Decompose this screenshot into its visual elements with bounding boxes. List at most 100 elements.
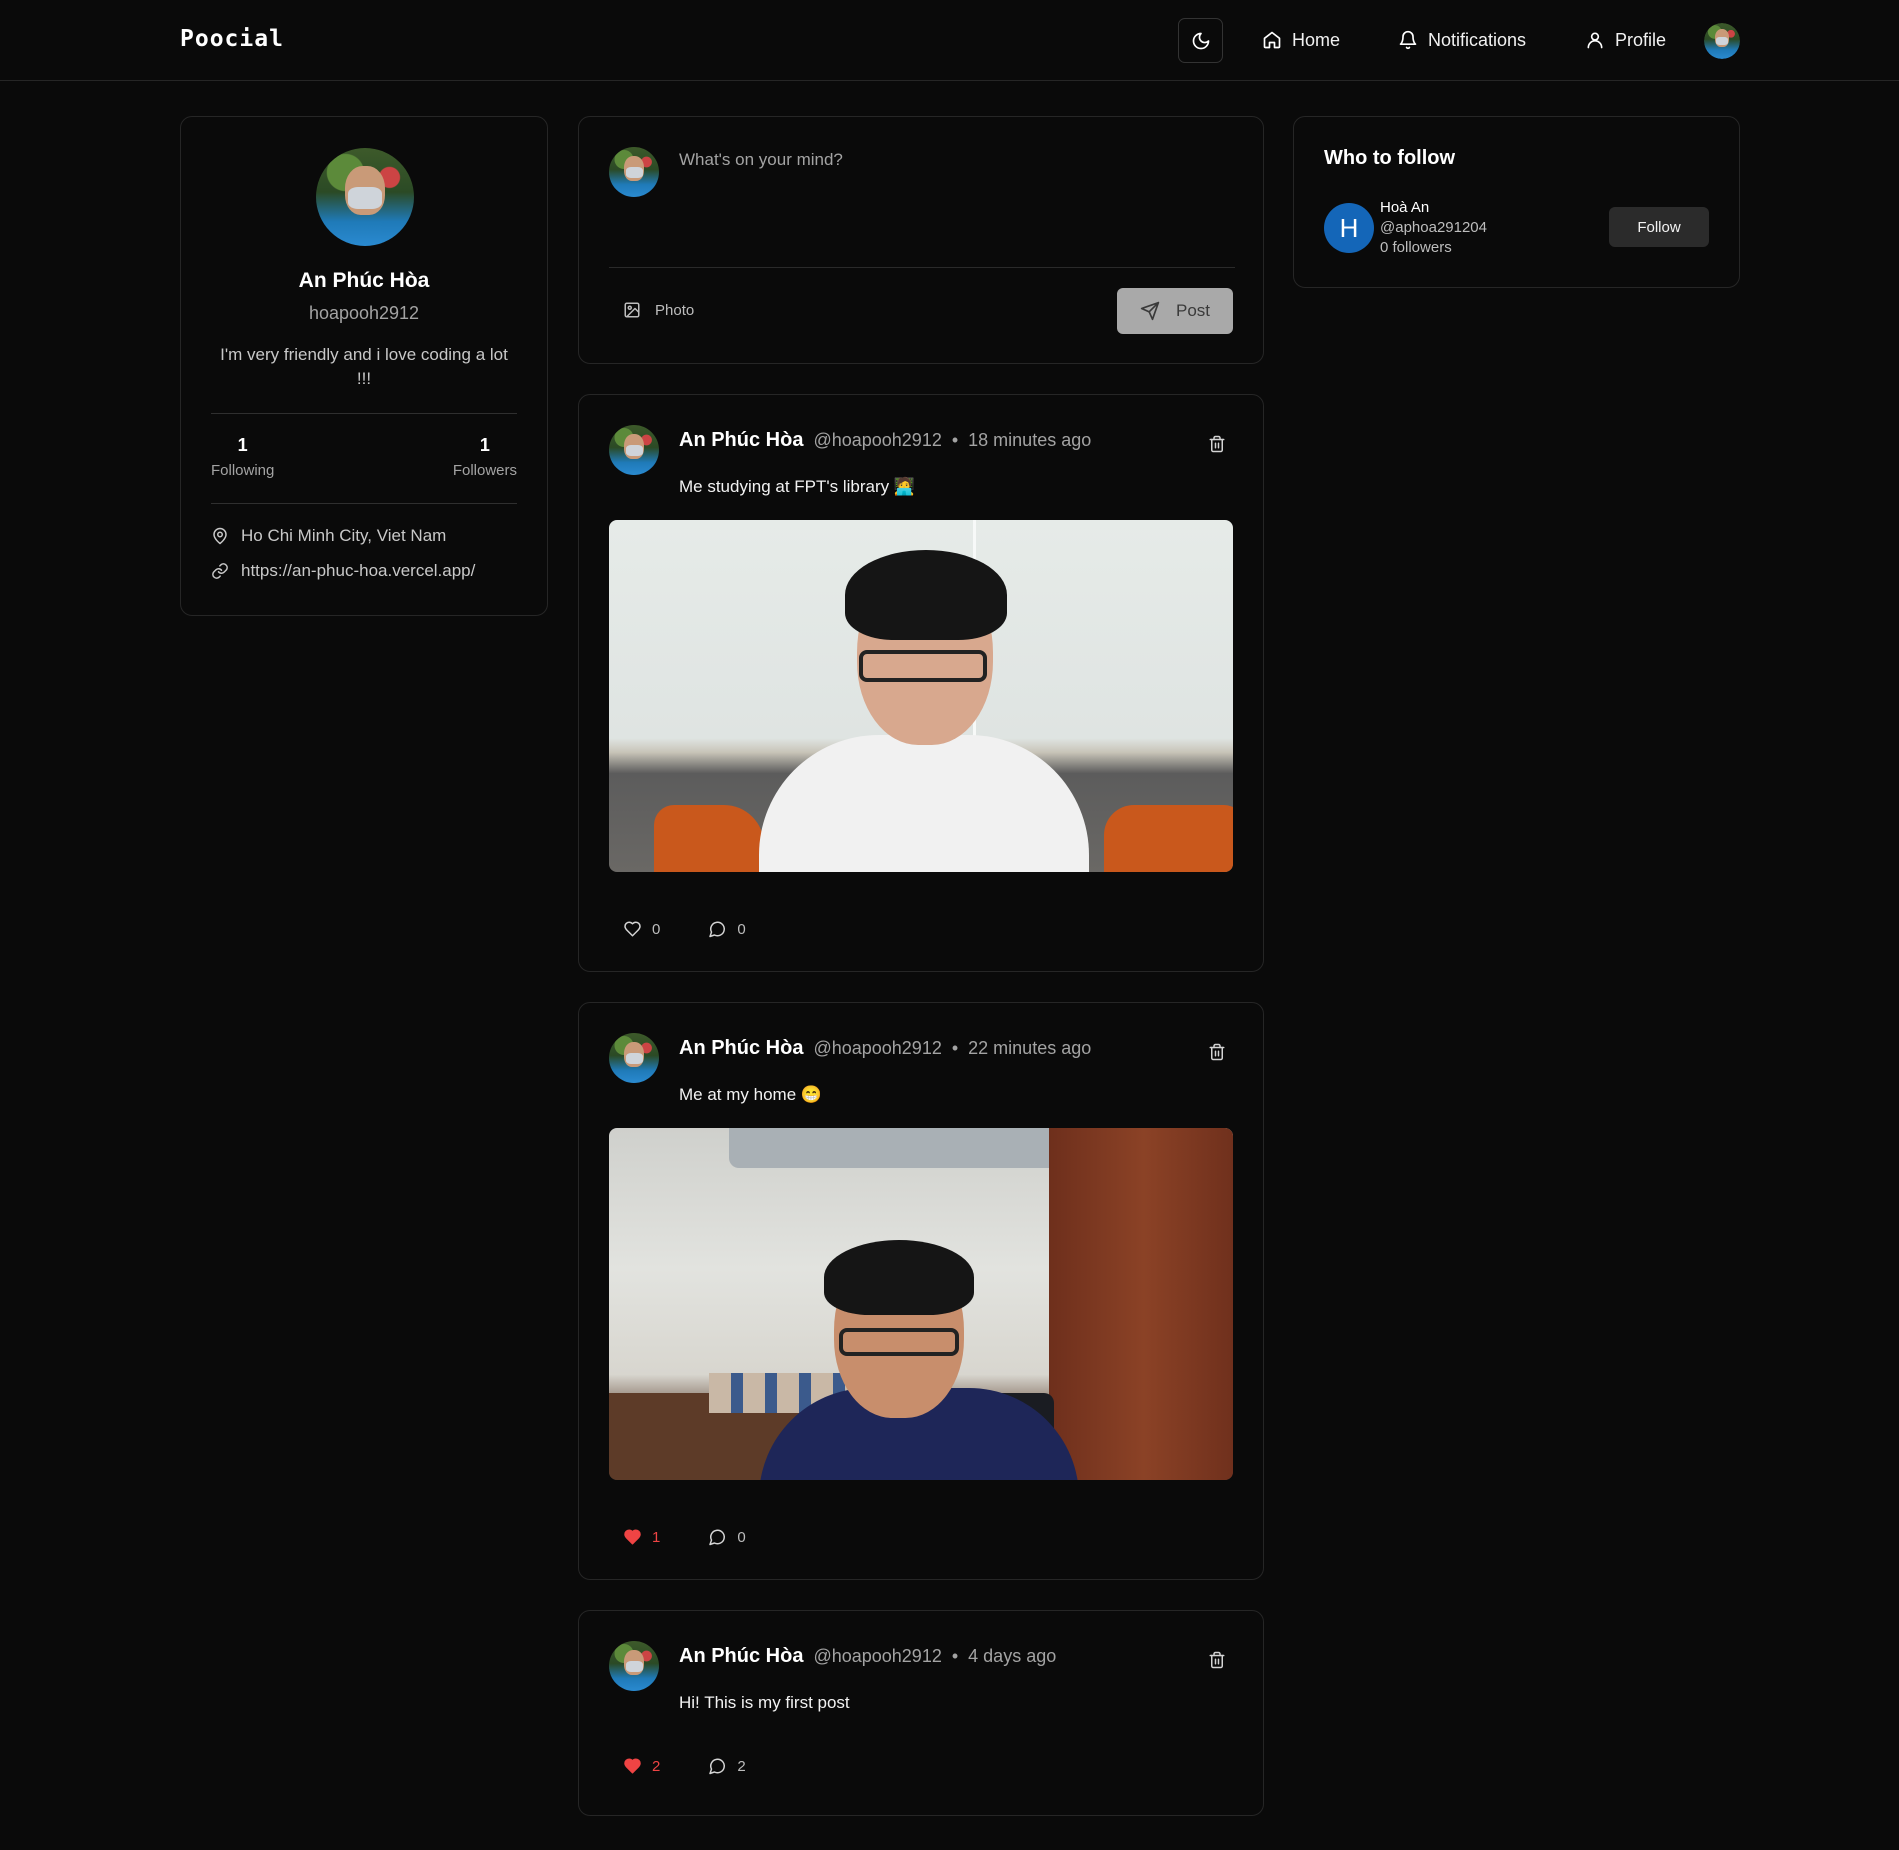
- bell-icon: [1399, 30, 1417, 50]
- follow-button[interactable]: Follow: [1609, 207, 1709, 247]
- separator-dot: •: [951, 430, 959, 450]
- top-navbar: Poocial Home Notifications Profile: [0, 0, 1899, 81]
- profile-location: Ho Chi Minh City, Viet Nam: [211, 526, 446, 546]
- delete-post-button[interactable]: [1208, 1042, 1226, 1067]
- post-author-avatar[interactable]: [609, 425, 659, 475]
- divider: [211, 413, 517, 414]
- composer-input[interactable]: What's on your mind?: [679, 150, 843, 170]
- divider: [609, 267, 1235, 268]
- post-author-handle: @hoapooh2912: [813, 1646, 942, 1666]
- post-image[interactable]: [609, 1128, 1233, 1480]
- theme-toggle-button[interactable]: [1178, 18, 1223, 63]
- post-image[interactable]: [609, 520, 1233, 872]
- followers-label: Followers: [452, 462, 517, 479]
- post-timestamp: 18 minutes ago: [968, 430, 1092, 450]
- following-count: 1: [237, 435, 248, 455]
- post-header: An Phúc Hòa @hoapooh2912 • 4 days ago: [679, 1645, 1056, 1668]
- post-timestamp: 4 days ago: [968, 1646, 1057, 1666]
- trash-icon: [1209, 1043, 1225, 1061]
- nav-notifications-link[interactable]: Notifications: [1398, 26, 1526, 54]
- following-label: Following: [211, 462, 275, 479]
- moon-icon: [1192, 32, 1209, 49]
- like-button[interactable]: 0: [623, 920, 660, 938]
- post-timestamp: 22 minutes ago: [968, 1038, 1092, 1058]
- heart-icon: [624, 1758, 641, 1774]
- add-photo-button[interactable]: Photo: [623, 301, 694, 319]
- post-content: Hi! This is my first post: [679, 1693, 850, 1712]
- trash-icon: [1209, 435, 1225, 453]
- post-author-handle: @hoapooh2912: [813, 430, 942, 450]
- post-header: An Phúc Hòa @hoapooh2912 • 18 minutes ag…: [679, 429, 1091, 452]
- post-author-avatar[interactable]: [609, 1641, 659, 1691]
- user-icon: [1587, 32, 1603, 49]
- following-stat[interactable]: 1 Following: [211, 435, 274, 479]
- like-button[interactable]: 2: [623, 1757, 660, 1775]
- post-card: An Phúc Hòa @hoapooh2912 • 22 minutes ag…: [578, 1002, 1264, 1580]
- post-composer: What's on your mind? Photo Post: [578, 116, 1264, 364]
- avatar-image: [1704, 23, 1740, 59]
- image-icon: [624, 302, 640, 318]
- suggested-user-followers: 0 followers: [1380, 239, 1452, 256]
- heart-icon: [624, 1529, 641, 1545]
- profile-website[interactable]: https://an-phuc-hoa.vercel.app/: [211, 561, 475, 581]
- divider: [211, 503, 517, 504]
- post-author-name[interactable]: An Phúc Hòa: [679, 429, 803, 452]
- post-card: An Phúc Hòa @hoapooh2912 • 18 minutes ag…: [578, 394, 1264, 972]
- suggested-user-handle: @aphoa291204: [1380, 219, 1487, 236]
- post-author-name[interactable]: An Phúc Hòa: [679, 1037, 803, 1060]
- comment-button[interactable]: 2: [708, 1757, 746, 1775]
- profile-name: An Phúc Hòa: [298, 269, 430, 292]
- nav-notifications-label: Notifications: [1428, 29, 1527, 50]
- like-button[interactable]: 1: [623, 1528, 660, 1546]
- suggested-user-name[interactable]: Hoà An: [1380, 199, 1429, 216]
- photo-label: Photo: [655, 301, 695, 319]
- comment-button[interactable]: 0: [708, 920, 746, 938]
- comment-count: 0: [737, 920, 746, 938]
- post-content: Me studying at FPT's library 🧑‍💻: [679, 477, 916, 496]
- post-author-name[interactable]: An Phúc Hòa: [679, 1645, 803, 1668]
- like-count: 1: [652, 1528, 661, 1546]
- who-to-follow-card: Who to follow H Hoà An @aphoa291204 0 fo…: [1293, 116, 1740, 288]
- delete-post-button[interactable]: [1208, 434, 1226, 459]
- separator-dot: •: [951, 1038, 959, 1058]
- location-text: Ho Chi Minh City, Viet Nam: [241, 526, 447, 545]
- delete-post-button[interactable]: [1208, 1650, 1226, 1675]
- nav-home-label: Home: [1292, 29, 1341, 50]
- app-logo[interactable]: Poocial: [180, 26, 284, 52]
- like-count: 0: [652, 920, 661, 938]
- composer-avatar: [609, 147, 659, 197]
- followers-stat[interactable]: 1 Followers: [453, 435, 517, 479]
- suggested-user-avatar[interactable]: H: [1324, 203, 1374, 253]
- profile-username: hoapooh2912: [308, 303, 420, 323]
- who-to-follow-title: Who to follow: [1324, 147, 1456, 169]
- post-header: An Phúc Hòa @hoapooh2912 • 22 minutes ag…: [679, 1037, 1091, 1060]
- user-menu-avatar[interactable]: [1704, 23, 1740, 59]
- profile-avatar: [316, 148, 414, 246]
- trash-icon: [1209, 1651, 1225, 1669]
- profile-bio: I'm very friendly and i love coding a lo…: [220, 345, 508, 388]
- comment-button[interactable]: 0: [708, 1528, 746, 1546]
- post-author-handle: @hoapooh2912: [813, 1038, 942, 1058]
- send-icon: [1140, 301, 1160, 321]
- nav-profile-link[interactable]: Profile: [1585, 26, 1666, 54]
- post-actions: 1 0: [623, 1528, 746, 1546]
- nav-profile-label: Profile: [1615, 29, 1667, 50]
- nav-home-link[interactable]: Home: [1262, 26, 1340, 54]
- website-link[interactable]: https://an-phuc-hoa.vercel.app/: [241, 561, 475, 581]
- post-button-label: Post: [1175, 301, 1211, 320]
- separator-dot: •: [951, 1646, 959, 1666]
- map-pin-icon: [213, 527, 227, 545]
- post-card: An Phúc Hòa @hoapooh2912 • 4 days ago Hi…: [578, 1610, 1264, 1816]
- followers-count: 1: [479, 435, 490, 455]
- post-author-avatar[interactable]: [609, 1033, 659, 1083]
- heart-icon: [624, 921, 641, 937]
- post-actions: 2 2: [623, 1757, 746, 1775]
- post-button[interactable]: Post: [1117, 288, 1233, 334]
- comment-count: 0: [737, 1528, 746, 1546]
- post-actions: 0 0: [623, 920, 746, 938]
- profile-card: An Phúc Hòa hoapooh2912 I'm very friendl…: [180, 116, 548, 616]
- message-circle-icon: [709, 1529, 726, 1546]
- message-circle-icon: [709, 921, 726, 938]
- post-content: Me at my home 😁: [679, 1085, 823, 1104]
- like-count: 2: [652, 1757, 661, 1775]
